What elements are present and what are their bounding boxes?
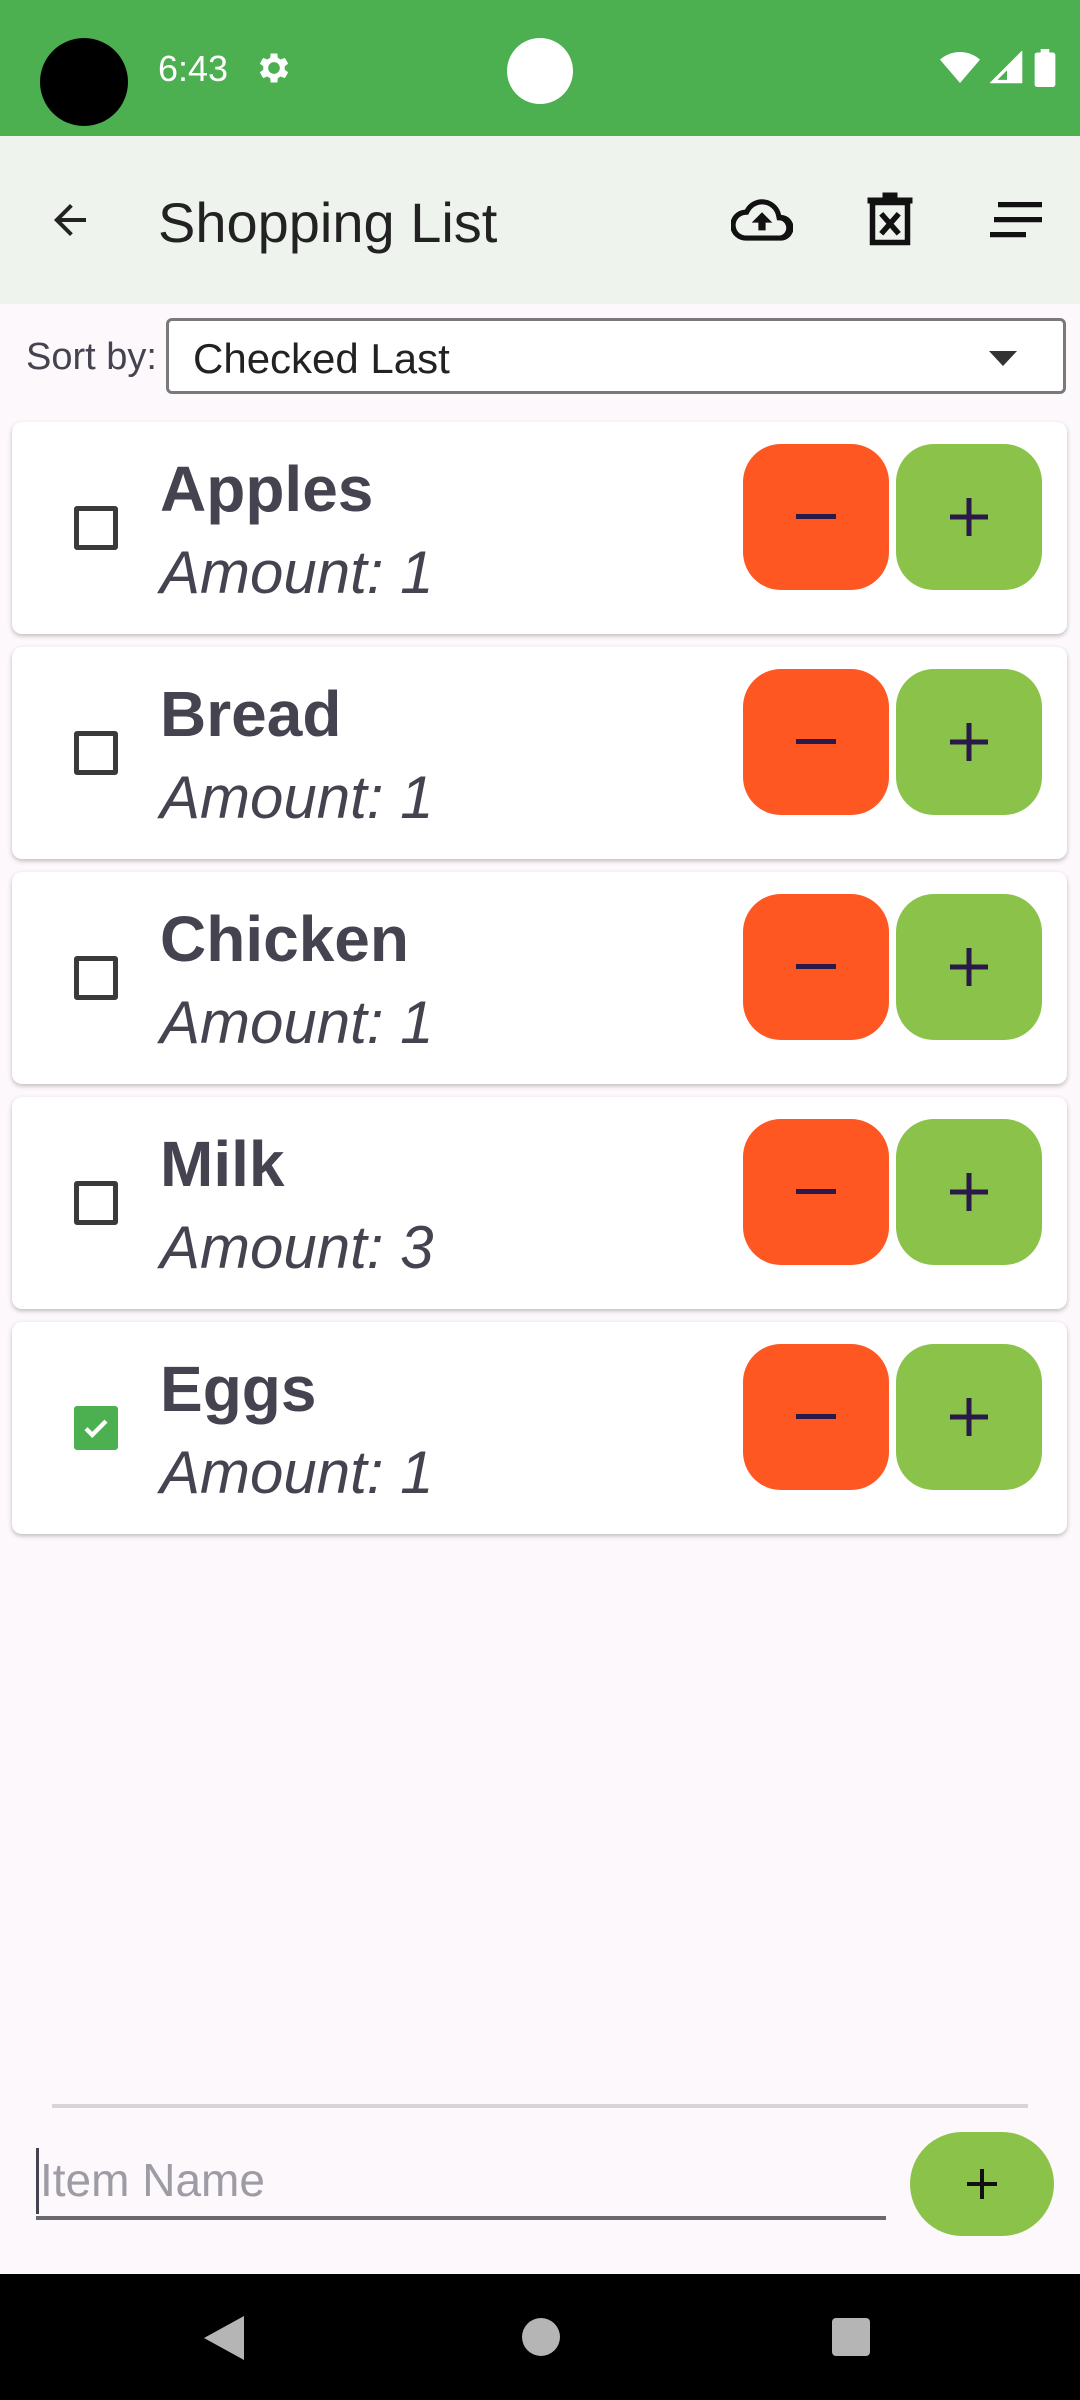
back-button[interactable]: [30, 180, 110, 260]
sort-dropdown[interactable]: Checked Last: [166, 318, 1066, 394]
list-item: Milk Amount: 3: [12, 1097, 1067, 1309]
plus-icon: [950, 1173, 988, 1211]
delete-list-icon: [867, 192, 913, 246]
nav-recents-icon[interactable]: [832, 2318, 870, 2356]
item-checkbox[interactable]: [74, 731, 118, 775]
plus-icon: [950, 498, 988, 536]
clear-list-button[interactable]: [848, 178, 932, 262]
status-time: 6:43: [158, 48, 229, 89]
settings-icon: [259, 53, 289, 83]
decrement-button[interactable]: [743, 444, 889, 590]
status-dot: [507, 38, 573, 104]
list-item: Eggs Amount: 1: [12, 1322, 1067, 1534]
sort-label: Sort by:: [26, 336, 157, 378]
checkmark-icon: [84, 1419, 108, 1438]
app-bar: Shopping List: [0, 136, 1080, 304]
add-item-button[interactable]: [910, 2132, 1054, 2236]
wifi-icon: [940, 52, 980, 83]
divider: [52, 2104, 1028, 2108]
battery-icon: [1034, 49, 1056, 87]
plus-icon: [950, 1398, 988, 1436]
item-name: Milk: [160, 1128, 285, 1200]
decrement-button[interactable]: [743, 894, 889, 1040]
sort-menu-button[interactable]: [974, 178, 1058, 262]
minus-icon: [796, 739, 836, 744]
back-arrow-icon: [54, 204, 86, 236]
increment-button[interactable]: [896, 1344, 1042, 1490]
item-amount: Amount: 1: [160, 539, 434, 606]
minus-icon: [796, 1414, 836, 1419]
decrement-button[interactable]: [743, 669, 889, 815]
plus-icon: [967, 2169, 997, 2199]
item-checkbox[interactable]: [74, 1181, 118, 1225]
decrement-button[interactable]: [743, 1344, 889, 1490]
item-amount: Amount: 3: [160, 1214, 434, 1281]
increment-button[interactable]: [896, 669, 1042, 815]
text-cursor: [36, 2148, 39, 2214]
nav-home-icon[interactable]: [522, 2318, 560, 2356]
minus-icon: [796, 964, 836, 969]
item-name: Chicken: [160, 903, 409, 975]
minus-icon: [796, 1189, 836, 1194]
decrement-button[interactable]: [743, 1119, 889, 1265]
increment-button[interactable]: [896, 894, 1042, 1040]
system-icons: [940, 48, 1056, 88]
plus-icon: [950, 723, 988, 761]
page-title: Shopping List: [158, 191, 498, 254]
item-checkbox-checked[interactable]: [74, 1406, 118, 1450]
item-name: Bread: [160, 678, 342, 750]
item-checkbox[interactable]: [74, 956, 118, 1000]
cloud-upload-icon: [731, 199, 793, 241]
minus-icon: [796, 514, 836, 519]
item-name-input[interactable]: [36, 2144, 886, 2220]
upload-button[interactable]: [720, 178, 804, 262]
sort-lines-icon: [990, 202, 1042, 238]
item-name: Eggs: [160, 1353, 317, 1425]
nav-back-icon[interactable]: [204, 2316, 244, 2360]
sort-selected-value: Checked Last: [193, 335, 450, 382]
list-item: Chicken Amount: 1: [12, 872, 1067, 1084]
status-bar: 6:43: [0, 0, 1080, 136]
item-amount: Amount: 1: [160, 989, 434, 1056]
item-name: Apples: [160, 453, 374, 525]
item-amount: Amount: 1: [160, 764, 434, 831]
increment-button[interactable]: [896, 1119, 1042, 1265]
item-amount: Amount: 1: [160, 1439, 434, 1506]
dropdown-arrow-icon: [989, 351, 1017, 366]
list-item: Bread Amount: 1: [12, 647, 1067, 859]
increment-button[interactable]: [896, 444, 1042, 590]
plus-icon: [950, 948, 988, 986]
navigation-bar: [0, 2274, 1080, 2400]
camera-cutout: [40, 38, 128, 126]
list-item: Apples Amount: 1: [12, 422, 1067, 634]
signal-icon: [990, 51, 1023, 84]
item-checkbox[interactable]: [74, 506, 118, 550]
